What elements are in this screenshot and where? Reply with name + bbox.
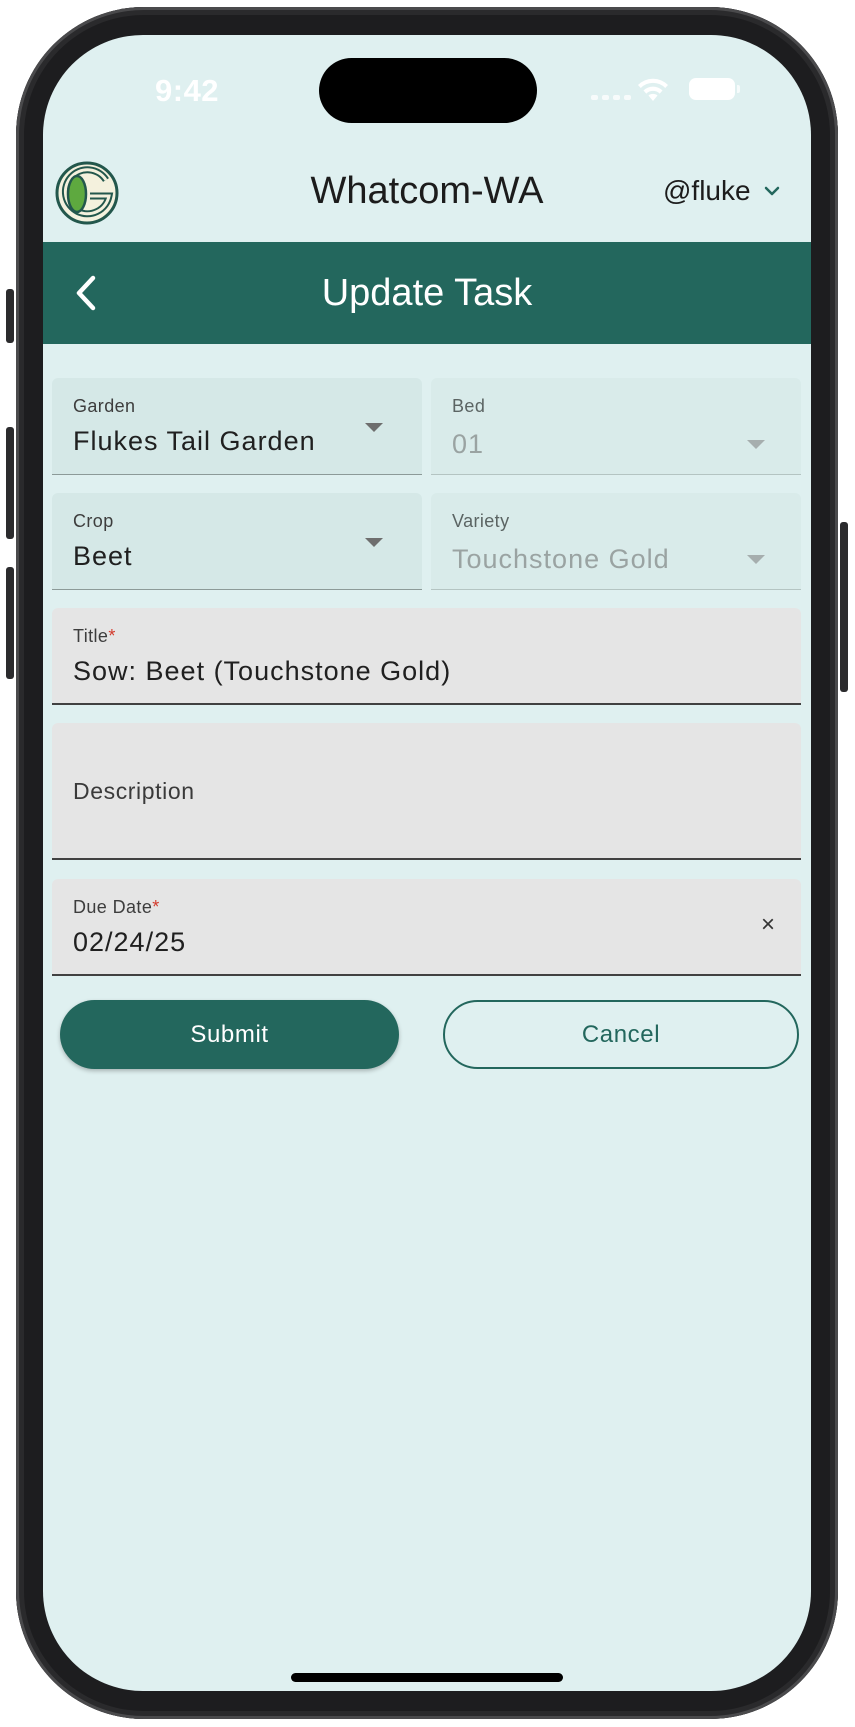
garden-value: Flukes Tail Garden	[73, 426, 316, 456]
title-value: Sow: Beet (Touchstone Gold)	[73, 656, 452, 686]
due-date-value: 02/24/25	[73, 927, 187, 957]
description-field[interactable]: Description	[52, 723, 801, 860]
bed-label: Bed	[452, 396, 486, 416]
action-button	[6, 289, 14, 343]
title-field[interactable]: Title* Sow: Beet (Touchstone Gold)	[52, 608, 801, 705]
crop-label: Crop	[73, 511, 114, 531]
crop-value: Beet	[73, 541, 133, 571]
required-mark: *	[152, 897, 160, 917]
username: @fluke	[663, 175, 751, 206]
clear-icon[interactable]: ×	[761, 913, 775, 937]
cancel-button[interactable]: Cancel	[443, 1000, 799, 1069]
description-label: Description	[73, 778, 195, 804]
volume-down-button	[6, 567, 14, 679]
title-label-text: Title	[73, 626, 109, 646]
dropdown-caret-icon	[747, 440, 765, 449]
wifi-icon	[638, 78, 668, 101]
app-screen: 9:42 Whatcom-WA @fluke Update Task Garde…	[43, 35, 811, 1691]
variety-dropdown[interactable]: Variety Touchstone Gold	[431, 493, 801, 590]
bed-dropdown[interactable]: Bed 01	[431, 378, 801, 475]
variety-label: Variety	[452, 511, 510, 531]
app-bar: Update Task	[43, 242, 811, 344]
power-button	[840, 522, 848, 692]
due-date-label-text: Due Date	[73, 897, 153, 917]
title-label: Title*	[73, 626, 116, 647]
volume-up-button	[6, 427, 14, 539]
garden-dropdown[interactable]: Garden Flukes Tail Garden	[52, 378, 422, 475]
due-date-field[interactable]: Due Date* 02/24/25 ×	[52, 879, 801, 976]
required-mark: *	[108, 626, 116, 646]
dropdown-caret-icon	[747, 555, 765, 564]
battery-icon	[689, 78, 740, 100]
dynamic-island	[319, 58, 537, 123]
cellular-signal-icon	[591, 95, 631, 100]
submit-button[interactable]: Submit	[60, 1000, 399, 1069]
user-menu[interactable]: @fluke	[663, 175, 781, 207]
garden-label: Garden	[73, 396, 136, 416]
variety-value: Touchstone Gold	[452, 544, 670, 574]
bed-value: 01	[452, 429, 485, 459]
crop-dropdown[interactable]: Crop Beet	[52, 493, 422, 590]
dropdown-caret-icon	[365, 423, 383, 432]
chevron-down-icon	[764, 186, 779, 196]
page-title: Update Task	[321, 272, 533, 314]
status-time: 9:42	[155, 73, 220, 108]
dropdown-caret-icon	[365, 538, 383, 547]
due-date-label: Due Date*	[73, 897, 160, 918]
home-indicator[interactable]	[291, 1673, 563, 1682]
